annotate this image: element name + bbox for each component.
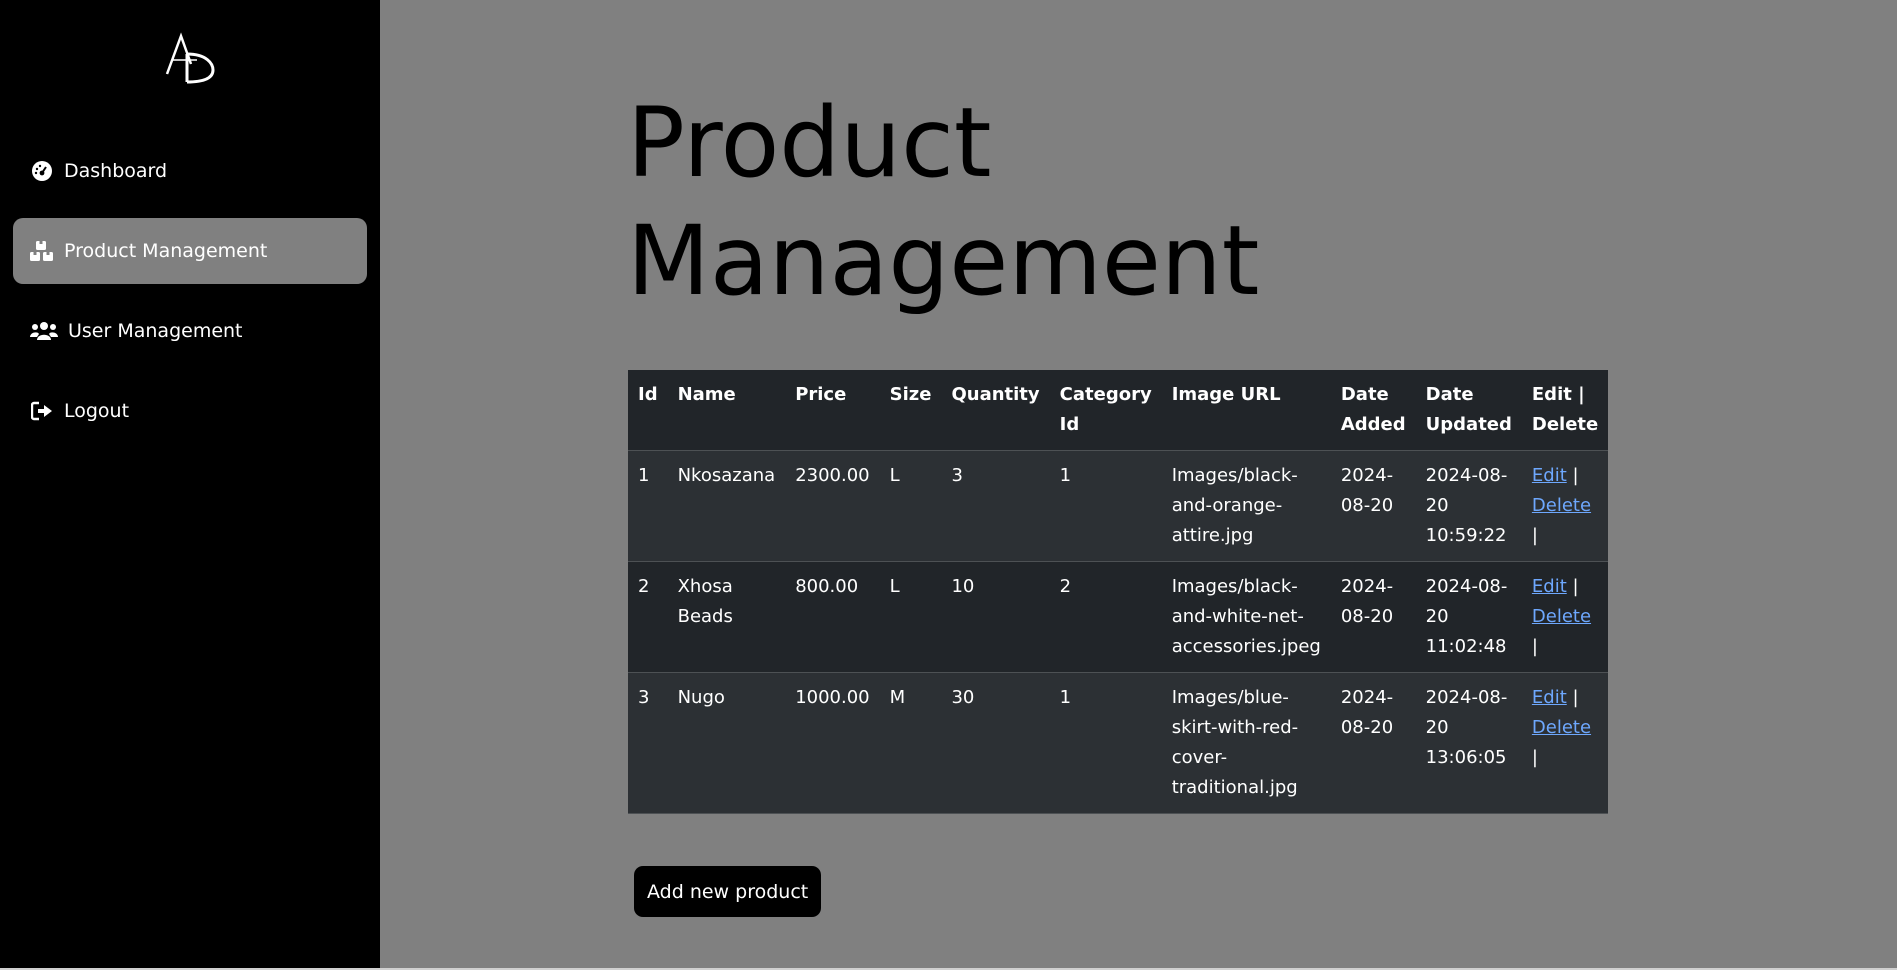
delete-link[interactable]: Delete	[1532, 606, 1591, 627]
boxes-icon	[30, 239, 54, 263]
cell-id: 2	[628, 561, 668, 673]
sidebar-item-label: Product Management	[64, 240, 268, 262]
cell-size: L	[879, 450, 942, 562]
cell-price: 800.00	[785, 561, 880, 673]
column-header-category-id: Category Id	[1049, 370, 1162, 451]
cell-image-url: Images/black-and-orange-attire.jpg	[1161, 450, 1331, 562]
cell-price: 1000.00	[785, 672, 880, 814]
sidebar-item-product-management[interactable]: Product Management	[13, 218, 367, 284]
cell-category-id: 2	[1049, 561, 1162, 673]
action-separator: |	[1572, 465, 1579, 486]
column-header-image-url: Image URL	[1161, 370, 1331, 451]
cell-date-added: 2024-08-20	[1330, 672, 1416, 814]
gauge-icon	[30, 159, 54, 183]
action-separator: |	[1572, 687, 1579, 708]
cell-quantity: 3	[941, 450, 1050, 562]
cell-price: 2300.00	[785, 450, 880, 562]
cell-id: 3	[628, 672, 668, 814]
cell-category-id: 1	[1049, 450, 1162, 562]
cell-actions: Edit | Delete |	[1521, 672, 1609, 814]
sidebar-item-label: Dashboard	[64, 160, 168, 182]
sidebar-item-logout[interactable]: Logout	[13, 378, 367, 444]
cell-image-url: Images/black-and-white-net-accessories.j…	[1161, 561, 1331, 673]
sidebar-item-label: User Management	[68, 320, 243, 342]
page-title-line1: Product	[627, 87, 992, 199]
cell-date-added: 2024-08-20	[1330, 561, 1416, 673]
delete-link[interactable]: Delete	[1532, 495, 1591, 516]
column-header-name: Name	[667, 370, 786, 451]
table-row: 3 Nugo 1000.00 M 30 1 Images/blue-skirt-…	[628, 672, 1609, 814]
cell-name: Xhosa Beads	[667, 561, 786, 673]
cell-date-added: 2024-08-20	[1330, 450, 1416, 562]
column-header-quantity: Quantity	[941, 370, 1050, 451]
cell-quantity: 30	[941, 672, 1050, 814]
cell-actions: Edit | Delete |	[1521, 450, 1609, 562]
brand-logo[interactable]	[161, 30, 219, 86]
logo-mark-icon	[165, 32, 215, 84]
column-header-price: Price	[785, 370, 880, 451]
users-icon	[30, 319, 58, 343]
sidebar-item-user-management[interactable]: User Management	[13, 298, 367, 364]
cell-quantity: 10	[941, 561, 1050, 673]
column-header-edit-delete: Edit | Delete	[1521, 370, 1609, 451]
cell-size: M	[879, 672, 942, 814]
cell-actions: Edit | Delete |	[1521, 561, 1609, 673]
logout-icon	[30, 399, 54, 423]
delete-link[interactable]: Delete	[1532, 717, 1591, 738]
action-separator: |	[1531, 747, 1538, 768]
edit-link[interactable]: Edit	[1532, 687, 1567, 708]
table-row: 1 Nkosazana 2300.00 L 3 1 Images/black-a…	[628, 450, 1609, 562]
action-separator: |	[1531, 525, 1538, 546]
page-title-line2: Management	[627, 205, 1260, 317]
cell-name: Nkosazana	[667, 450, 786, 562]
column-header-date-added: Date Added	[1330, 370, 1416, 451]
page-title: Product Management	[627, 84, 1327, 320]
action-separator: |	[1572, 576, 1579, 597]
sidebar-item-label: Logout	[64, 400, 130, 422]
cell-image-url: Images/blue-skirt-with-red-cover-traditi…	[1161, 672, 1331, 814]
products-table: Id Name Price Size Quantity Category Id …	[628, 370, 1609, 814]
cell-date-updated: 2024-08-20 10:59:22	[1415, 450, 1522, 562]
cell-date-updated: 2024-08-20 13:06:05	[1415, 672, 1522, 814]
table-header-row: Id Name Price Size Quantity Category Id …	[628, 370, 1609, 451]
edit-link[interactable]: Edit	[1532, 576, 1567, 597]
sidebar: Dashboard Product Management User Manage…	[0, 0, 380, 968]
cell-category-id: 1	[1049, 672, 1162, 814]
edit-link[interactable]: Edit	[1532, 465, 1567, 486]
cell-size: L	[879, 561, 942, 673]
cell-date-updated: 2024-08-20 11:02:48	[1415, 561, 1522, 673]
cell-id: 1	[628, 450, 668, 562]
column-header-id: Id	[628, 370, 668, 451]
cell-name: Nugo	[667, 672, 786, 814]
action-separator: |	[1531, 636, 1538, 657]
sidebar-item-dashboard[interactable]: Dashboard	[13, 138, 367, 204]
column-header-size: Size	[879, 370, 942, 451]
table-row: 2 Xhosa Beads 800.00 L 10 2 Images/black…	[628, 561, 1609, 673]
column-header-date-updated: Date Updated	[1415, 370, 1522, 451]
add-new-product-button[interactable]: Add new product	[634, 866, 822, 917]
